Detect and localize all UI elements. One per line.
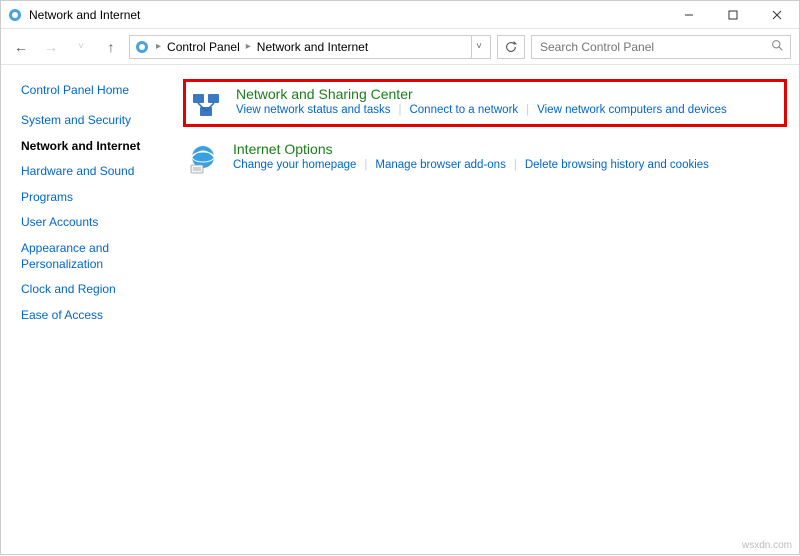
- search-input[interactable]: [538, 39, 765, 55]
- sidebar: Control Panel Home System and Security Ne…: [1, 65, 171, 556]
- task-link[interactable]: Manage browser add-ons: [375, 159, 505, 171]
- sidebar-item[interactable]: Hardware and Sound: [21, 164, 171, 180]
- up-button[interactable]: ↑: [99, 35, 123, 59]
- titlebar: Network and Internet: [1, 1, 799, 29]
- sidebar-item[interactable]: User Accounts: [21, 215, 171, 231]
- task-separator: |: [518, 104, 537, 116]
- back-button[interactable]: ←: [9, 35, 33, 59]
- task-link[interactable]: View network status and tasks: [236, 104, 390, 116]
- search-box[interactable]: [531, 35, 791, 59]
- control-panel-icon: [7, 7, 23, 23]
- sidebar-item[interactable]: System and Security: [21, 113, 171, 129]
- refresh-button[interactable]: [497, 35, 525, 59]
- internet-options-icon: [187, 143, 219, 175]
- recent-locations-button[interactable]: ˅: [69, 35, 93, 59]
- address-bar: ← → ˅ ↑ ▸ Control Panel ▸ Network and In…: [1, 29, 799, 65]
- minimize-button[interactable]: [667, 1, 711, 29]
- address-dropdown[interactable]: ˅: [471, 36, 486, 58]
- task-separator: |: [390, 104, 409, 116]
- window-title: Network and Internet: [29, 8, 667, 22]
- task-link[interactable]: Connect to a network: [409, 104, 518, 116]
- maximize-button[interactable]: [711, 1, 755, 29]
- category: Network and Sharing Center View network s…: [183, 79, 787, 127]
- forward-button[interactable]: →: [39, 35, 63, 59]
- watermark: wsxdn.com: [742, 540, 792, 551]
- sidebar-item[interactable]: Programs: [21, 190, 171, 206]
- breadcrumb-item[interactable]: Control Panel: [167, 40, 240, 54]
- task-link[interactable]: Delete browsing history and cookies: [525, 159, 709, 171]
- task-separator: |: [356, 159, 375, 171]
- task-link[interactable]: View network computers and devices: [537, 104, 727, 116]
- sidebar-item[interactable]: Ease of Access: [21, 308, 171, 324]
- sidebar-item[interactable]: Network and Internet: [21, 139, 171, 155]
- category: Internet OptionsChange your homepage|Man…: [183, 137, 787, 179]
- category-tasks: Change your homepage|Manage browser add-…: [233, 159, 783, 171]
- task-separator: |: [506, 159, 525, 171]
- control-panel-home-link[interactable]: Control Panel Home: [21, 83, 171, 97]
- sidebar-item[interactable]: Appearance and Personalization: [21, 241, 171, 272]
- breadcrumb-item[interactable]: Network and Internet: [257, 40, 368, 54]
- main-content: Network and Sharing Center View network s…: [171, 65, 799, 556]
- sidebar-item[interactable]: Clock and Region: [21, 282, 171, 298]
- close-button[interactable]: [755, 1, 799, 29]
- search-icon[interactable]: [771, 39, 784, 55]
- control-panel-icon: [134, 39, 150, 55]
- chevron-right-icon[interactable]: ▸: [244, 41, 253, 52]
- network-sharing-icon: [190, 88, 222, 120]
- category-title[interactable]: Network and Sharing Center: [236, 86, 780, 102]
- category-tasks: View network status and tasks|Connect to…: [236, 104, 780, 116]
- breadcrumb[interactable]: ▸ Control Panel ▸ Network and Internet ˅: [129, 35, 491, 59]
- chevron-right-icon[interactable]: ▸: [154, 41, 163, 52]
- task-link[interactable]: Change your homepage: [233, 159, 356, 171]
- category-title[interactable]: Internet Options: [233, 141, 783, 157]
